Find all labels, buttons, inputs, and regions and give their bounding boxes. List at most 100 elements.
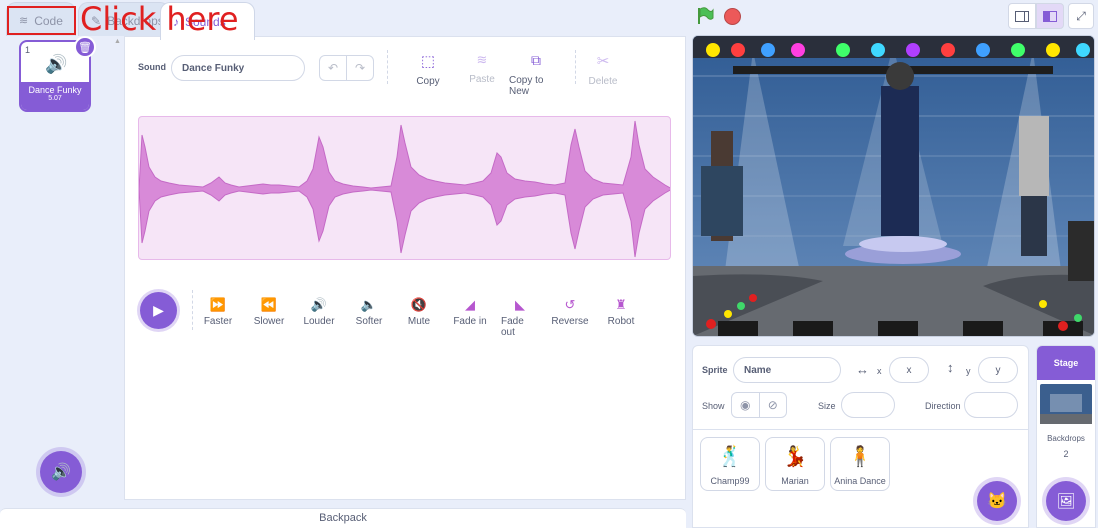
x-arrows-icon: ↔ <box>856 362 869 377</box>
redo-icon[interactable]: ↷ <box>347 56 373 80</box>
robot-icon: ♜ <box>615 297 627 312</box>
direction-label: Direction <box>925 401 961 411</box>
fullscreen-icon[interactable]: ⤢ <box>1068 3 1094 29</box>
x-input[interactable]: x <box>889 357 929 383</box>
sprite-name: Champ99 <box>710 476 750 486</box>
copy-to-new-label: Copy to New <box>509 75 544 97</box>
speaker-icon: 🔊 <box>45 54 68 74</box>
small-stage-icon <box>1015 10 1029 22</box>
backdrops-label: Backdrops <box>1047 434 1085 443</box>
effect-reverse-label: Reverse <box>551 316 589 327</box>
small-stage-button[interactable] <box>1008 3 1036 29</box>
fade-out-icon: ◣ <box>515 297 525 312</box>
image-plus-icon: 🖼 <box>1056 493 1076 510</box>
show-toggle: ◉ ⊘ <box>731 392 787 418</box>
sprite-thumbnail[interactable]: 🧍 Anina Dance <box>830 437 890 491</box>
mute-icon: 🔇 <box>410 297 428 312</box>
large-stage-icon <box>1043 10 1057 22</box>
effect-fade-out-button[interactable]: ◣ Fade out <box>501 297 539 338</box>
effect-louder-button[interactable]: 🔊 Louder <box>303 297 335 327</box>
play-icon: ▶ <box>153 302 164 318</box>
stage-canvas[interactable] <box>692 35 1095 337</box>
delete-label: Delete <box>588 76 618 87</box>
sprite-figure-icon: 💃 <box>782 446 808 468</box>
cat-icon: 🐱 <box>987 493 1007 510</box>
sound-name-input[interactable]: Dance Funky <box>171 55 305 81</box>
reverse-icon: ↺ <box>564 297 576 312</box>
y-arrows-icon: ↕ <box>947 360 954 375</box>
divider <box>692 429 1029 430</box>
copy-label: Copy <box>416 76 440 87</box>
sound-item-duration: 5.07 <box>48 95 62 102</box>
show-label: Show <box>702 401 725 411</box>
effect-robot-label: Robot <box>607 316 635 327</box>
effect-fade-in-button[interactable]: ◢ Fade in <box>452 297 488 327</box>
effect-fade-out-label: Fade out <box>501 316 524 338</box>
eye-icon[interactable]: ◉ <box>732 393 760 417</box>
softer-icon: 🔈 <box>360 297 378 312</box>
effect-softer-label: Softer <box>355 316 383 327</box>
delete-sound-icon[interactable]: 🗑 <box>74 36 96 58</box>
sprite-thumbnail[interactable]: 🕺 Champ99 <box>700 437 760 491</box>
stop-icon[interactable] <box>724 8 741 25</box>
sprite-figure-icon: 🕺 <box>717 446 743 468</box>
sprite-label: Sprite <box>702 365 728 375</box>
copy-button[interactable]: ⬚ Copy <box>414 52 442 87</box>
effect-fade-in-label: Fade in <box>453 316 487 327</box>
undo-redo-group: ↶ ↷ <box>319 55 374 81</box>
size-input[interactable] <box>841 392 895 418</box>
effect-faster-label: Faster <box>203 316 233 327</box>
effect-slower-label: Slower <box>253 316 285 327</box>
effect-faster-button[interactable]: ⏩ Faster <box>203 297 233 327</box>
sound-item-name: Dance Funky <box>28 85 82 95</box>
stage-title: Stage <box>1037 346 1095 380</box>
stage-backdrop <box>693 36 1094 336</box>
annotation-text: Click here <box>80 0 239 38</box>
sprite-thumbnail[interactable]: 💃 Marian <box>765 437 825 491</box>
undo-icon[interactable]: ↶ <box>320 56 347 80</box>
copy-to-new-button[interactable]: ⧉ Copy to New <box>509 52 563 97</box>
eye-hidden-icon[interactable]: ⊘ <box>760 393 787 417</box>
effect-reverse-button[interactable]: ↺ Reverse <box>551 297 589 327</box>
divider <box>387 50 388 84</box>
scrollbar[interactable]: ▲ <box>112 36 124 500</box>
copy-icon: ⬚ <box>420 53 436 70</box>
divider <box>575 50 576 84</box>
add-sprite-button[interactable]: 🐱 <box>977 481 1017 521</box>
effect-mute-label: Mute <box>407 316 431 327</box>
sprite-name-input[interactable]: Name <box>733 357 841 383</box>
x-label: x <box>877 366 882 376</box>
play-button[interactable]: ▶ <box>140 292 177 329</box>
paste-icon: ≋ <box>476 52 488 67</box>
sprite-name: Anina Dance <box>834 476 886 486</box>
scissors-icon: ✂ <box>596 53 610 70</box>
sound-editor <box>124 36 686 500</box>
effect-mute-button[interactable]: 🔇 Mute <box>406 297 432 327</box>
faster-icon: ⏩ <box>209 297 227 312</box>
delete-button[interactable]: ✂ Delete <box>588 52 618 87</box>
effect-softer-button[interactable]: 🔈 Softer <box>355 297 383 327</box>
add-sound-button[interactable]: 🔊 <box>40 451 82 493</box>
effect-louder-label: Louder <box>303 316 335 327</box>
large-stage-button[interactable] <box>1036 3 1064 29</box>
size-label: Size <box>818 401 836 411</box>
effect-slower-button[interactable]: ⏪ Slower <box>253 297 285 327</box>
fade-in-icon: ◢ <box>465 297 475 312</box>
y-input[interactable]: y <box>978 357 1018 383</box>
y-label: y <box>966 366 971 376</box>
sprite-figure-icon: 🧍 <box>847 446 873 468</box>
waveform-graphic <box>139 120 670 258</box>
waveform[interactable] <box>138 116 671 260</box>
paste-button[interactable]: ≋ Paste <box>466 52 498 85</box>
slower-icon: ⏪ <box>260 297 278 312</box>
backpack-bar[interactable]: Backpack <box>0 508 686 528</box>
backdrops-count: 2 <box>1063 449 1069 459</box>
annotation-box <box>7 6 76 35</box>
louder-icon: 🔊 <box>310 297 328 312</box>
divider <box>192 290 193 330</box>
add-backdrop-button[interactable]: 🖼 <box>1046 481 1086 521</box>
backpack-label: Backpack <box>319 512 367 524</box>
effect-robot-button[interactable]: ♜ Robot <box>607 297 635 327</box>
green-flag-icon[interactable] <box>696 6 714 26</box>
direction-input[interactable] <box>964 392 1018 418</box>
